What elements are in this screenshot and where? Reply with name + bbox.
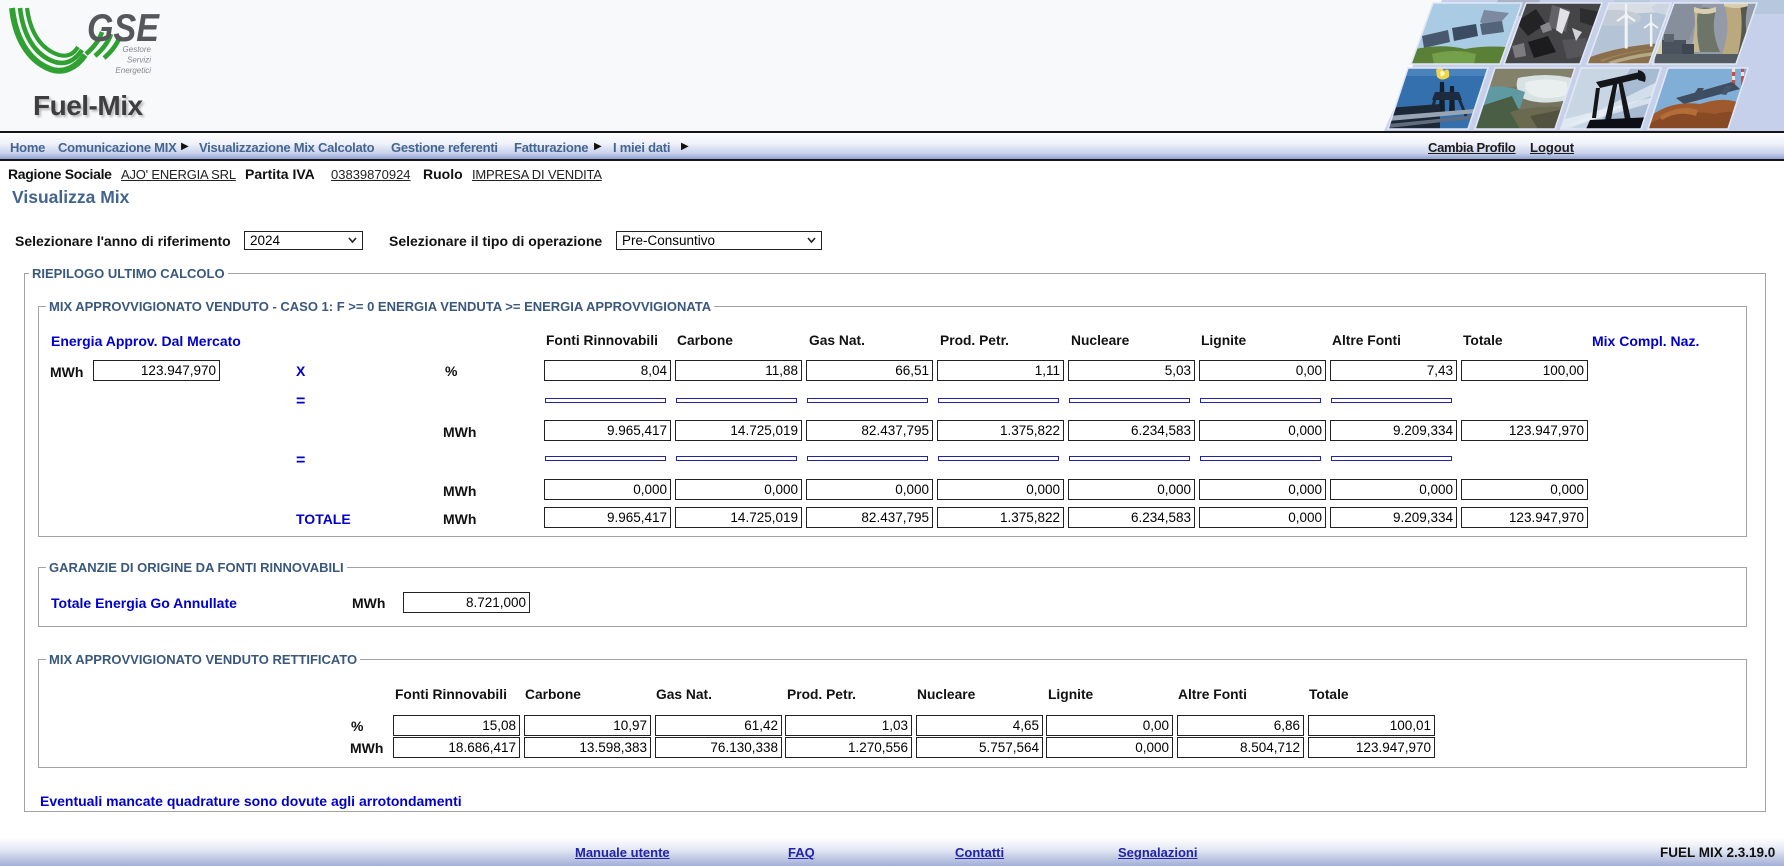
svg-text:Servizi: Servizi xyxy=(127,56,151,65)
svg-text:GSE: GSE xyxy=(87,7,160,50)
svg-text:Energetici: Energetici xyxy=(115,66,151,75)
svg-text:Gestore: Gestore xyxy=(123,45,152,54)
